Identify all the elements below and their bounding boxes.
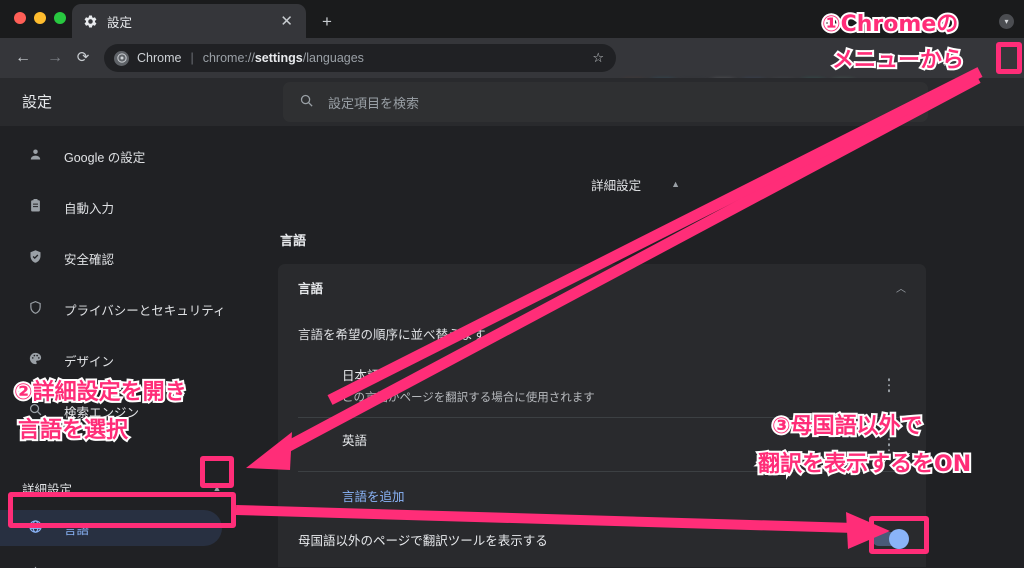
tab-settings[interactable]: 設定 ✕ [72, 4, 306, 38]
sidebar-advanced-item-1[interactable]: ダウンロード [0, 556, 222, 568]
sidebar-item-label: ダウンロード [64, 565, 139, 568]
sidebar-item-0[interactable]: Google の設定 [0, 138, 250, 174]
language-description: この言語がページを翻訳する場合に使用されます [342, 392, 595, 404]
site-chip-label: Chrome [137, 51, 182, 65]
chrome-shield-icon [114, 50, 129, 66]
languages-card-subtitle: 言語を希望の順序に並べ替えます [298, 328, 486, 342]
bookmark-star-icon[interactable]: ☆ [592, 50, 604, 66]
url-bold: settings [254, 51, 303, 65]
sidebar-item-label: 安全確認 [64, 252, 115, 267]
sidebar-item-2[interactable]: 安全確認 [0, 240, 250, 276]
shield-icon [22, 300, 48, 318]
search-icon [22, 402, 48, 420]
search-input[interactable]: 設定項目を検索 [283, 82, 928, 122]
search-placeholder: 設定項目を検索 [328, 95, 420, 111]
sidebar-advanced-item-0[interactable]: 言語 [0, 510, 222, 546]
close-window-button[interactable] [14, 12, 26, 24]
sidebar-item-3[interactable]: プライバシーとセキュリティ [0, 291, 250, 327]
browser-toolbar: ← → ⟳ Chrome | chrome://settings/languag… [0, 38, 1024, 104]
sidebar-item-label: 自動入力 [64, 201, 115, 216]
globe-icon [22, 519, 48, 537]
row-menu-icon[interactable] [882, 437, 896, 452]
sidebar-item-label: 言語 [64, 522, 90, 537]
address-bar[interactable]: Chrome | chrome://settings/languages ☆ [104, 44, 616, 72]
sidebar-item-1[interactable]: 自動入力 [0, 189, 250, 225]
shield-check-icon [22, 249, 48, 267]
tab-strip: 設定 ✕ + ▾ [0, 0, 1024, 38]
profile-badge[interactable]: ▾ [999, 14, 1014, 29]
window-traffic-lights [14, 12, 66, 24]
language-row[interactable]: 日本語この言語がページを翻訳する場合に使用されます [298, 353, 906, 417]
advanced-header-label: 詳細設定 [591, 178, 642, 193]
back-button[interactable]: ← [12, 47, 34, 69]
sidebar-item-label: デザイン [64, 354, 115, 369]
omnibox-url: chrome://settings/languages [203, 51, 364, 65]
language-name: 英語 [342, 434, 368, 448]
tab-title: 設定 [107, 15, 133, 30]
settings-content: 詳細設定 ▲ 言語 言語 ︿ 言語を希望の順序に並べ替えます 日本語この言語がペ… [250, 126, 1024, 568]
translate-toggle-switch[interactable] [872, 529, 909, 549]
reload-button[interactable]: ⟳ [72, 47, 94, 69]
search-icon [299, 93, 314, 111]
sidebar-advanced-toggle[interactable]: 詳細設定 ▲ [0, 470, 250, 506]
sidebar-advanced-label: 詳細設定 [22, 482, 73, 497]
chevron-up-icon[interactable]: ▲ [207, 478, 227, 498]
omnibox-separator: | [190, 51, 194, 65]
forward-button[interactable]: → [44, 47, 66, 69]
page-header-title: 設定 [22, 94, 53, 111]
url-suffix: /languages [302, 51, 364, 65]
sidebar-item-label: Google の設定 [64, 150, 146, 165]
translate-toggle-label: 母国語以外のページで翻訳ツールを表示する [298, 533, 548, 548]
settings-header: 設定 設定項目を検索 [0, 78, 1024, 126]
url-prefix: chrome:// [202, 51, 255, 65]
collapse-chevron-icon: ︿ [896, 283, 906, 295]
toggle-knob [889, 529, 909, 549]
sidebar-item-4[interactable]: デザイン [0, 342, 250, 378]
sidebar-item-label: 検索エンジン [64, 405, 140, 420]
clipboard-icon [22, 198, 48, 216]
close-tab-button[interactable]: ✕ [277, 12, 296, 31]
translate-toggle-row: 母国語以外のページで翻訳ツールを表示する [278, 511, 926, 567]
sidebar-item-5[interactable]: 検索エンジン [0, 393, 250, 429]
settings-sidebar: Google の設定 自動入力安全確認プライバシーとセキュリティ デザイン検索エンジ… [0, 126, 250, 568]
new-tab-button[interactable]: + [316, 11, 338, 33]
language-name: 日本語 [342, 369, 380, 383]
languages-card-title: 言語 [298, 281, 324, 296]
row-menu-icon[interactable] [882, 378, 896, 392]
languages-card-header[interactable]: 言語 ︿ [278, 264, 926, 310]
maximize-window-button[interactable] [54, 12, 66, 24]
palette-icon [22, 351, 48, 369]
minimize-window-button[interactable] [34, 12, 46, 24]
gear-icon [82, 13, 98, 29]
browser-window: 設定 ✕ + ▾ ← → ⟳ Chrome | chrome://setting… [0, 0, 1024, 568]
languages-card: 言語 ︿ 言語を希望の順序に並べ替えます 日本語この言語がページを翻訳する場合に… [278, 264, 926, 521]
advanced-section-header[interactable]: 詳細設定 ▲ [560, 172, 680, 196]
sidebar-item-label: プライバシーとセキュリティ [64, 303, 226, 318]
page-title: 言語 [280, 233, 307, 248]
language-row[interactable]: 英語 [298, 417, 906, 471]
chevron-up-icon: ▲ [671, 179, 680, 189]
person-icon [22, 147, 48, 165]
